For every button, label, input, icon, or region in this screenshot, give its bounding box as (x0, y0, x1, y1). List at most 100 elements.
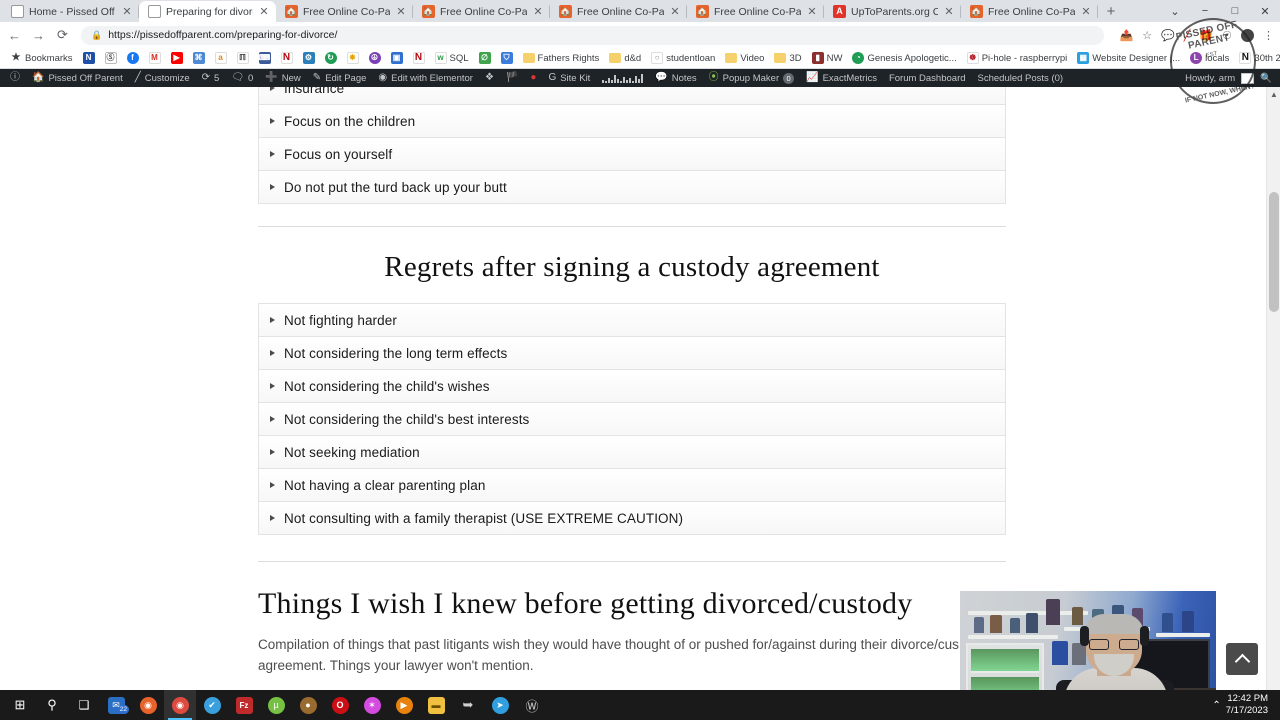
accordion-item-clear-parenting-plan[interactable]: Not having a clear parenting plan (259, 469, 1005, 502)
browser-tab[interactable]: 🏠 Free Online Co-Parenting ✕ (961, 1, 1098, 22)
browser-tab[interactable]: 🏠 Free Online Co-Parenting ✕ (276, 1, 413, 22)
bookmark-item[interactable]: N (408, 50, 430, 67)
wp-updates[interactable]: ⟳ 5 (196, 69, 226, 87)
bookmark-item-fathers-rights[interactable]: Fathers Rights (518, 50, 605, 67)
wp-exactmetrics[interactable]: 📈 ExactMetrics (800, 69, 883, 87)
taskbar-wordpress[interactable]: Ⓦ (516, 690, 548, 720)
bookmarks-root[interactable]: ★ Bookmarks (5, 50, 78, 67)
search-button[interactable]: ⚲ (36, 690, 68, 720)
extension2-icon[interactable]: 🎁 (1199, 29, 1213, 42)
menu-icon[interactable]: ⋮ (1263, 29, 1274, 42)
reload-icon[interactable]: ⟳ (54, 27, 71, 43)
taskbar-steam[interactable]: ✔ (196, 690, 228, 720)
bookmark-item-notion[interactable]: N 30th 2017/24 - For (1234, 50, 1280, 67)
bookmark-star-icon[interactable]: ☆ (1142, 29, 1152, 42)
accordion-item-turd[interactable]: Do not put the turd back up your butt (259, 171, 1005, 204)
accordion-item-not-fighting-harder[interactable]: Not fighting harder (259, 304, 1005, 337)
tab-close-icon[interactable]: ✕ (943, 5, 955, 18)
accordion-item-family-therapist[interactable]: Not consulting with a family therapist (… (259, 502, 1005, 535)
taskbar-filezilla[interactable]: Fz (228, 690, 260, 720)
tab-close-icon[interactable]: ✕ (806, 5, 818, 18)
wp-plugin[interactable]: 🏴 (500, 69, 524, 87)
taskbar-app[interactable]: ● (292, 690, 324, 720)
taskbar-mail[interactable]: ✉ 22 (100, 690, 132, 720)
bookmark-item[interactable]: ⌨ (254, 50, 276, 67)
bookmark-item[interactable]: f (122, 50, 144, 67)
bookmark-item[interactable]: ▶ (166, 50, 188, 67)
accordion-item-childs-best-interests[interactable]: Not considering the child's best interes… (259, 403, 1005, 436)
taskbar-globe[interactable]: ➥ (452, 690, 484, 720)
taskbar-utorrent[interactable]: µ (260, 690, 292, 720)
wp-site-kit[interactable]: G Site Kit (542, 69, 596, 87)
bookmark-item[interactable]: ✸ (342, 50, 364, 67)
bookmark-item[interactable]: ℿ (232, 50, 254, 67)
scroll-up-arrow-icon[interactable]: ▲ (1267, 87, 1280, 101)
bookmark-item[interactable]: Ⓢ (100, 50, 122, 67)
taskbar-file-explorer[interactable]: ▬ (420, 690, 452, 720)
browser-tab[interactable]: A UpToParents.org Certificat ✕ (824, 1, 961, 22)
wp-customize[interactable]: ╱ Customize (129, 69, 196, 87)
maximize-button[interactable]: □ (1220, 5, 1250, 17)
accordion-item-long-term-effects[interactable]: Not considering the long term effects (259, 337, 1005, 370)
bookmark-item-nw[interactable]: ▮ NW (807, 50, 848, 67)
wp-new[interactable]: ➕ New (259, 69, 306, 87)
tab-close-icon[interactable]: ✕ (258, 5, 270, 18)
bookmark-item[interactable]: N (78, 50, 100, 67)
bookmark-item[interactable]: ⚙ (298, 50, 320, 67)
bookmark-item-3d[interactable]: 3D (769, 50, 806, 67)
extension-icon[interactable]: 💬 (1161, 29, 1175, 42)
taskbar-firefox[interactable]: ◉ (132, 690, 164, 720)
bookmark-item[interactable]: N (276, 50, 298, 67)
bookmark-item[interactable]: ↻ (320, 50, 342, 67)
wp-popup-maker[interactable]: ⦿ Popup Maker 0 (703, 69, 801, 87)
bookmark-item[interactable]: ⌘ (188, 50, 210, 67)
bookmark-item[interactable]: w SQL (430, 50, 474, 67)
search-icon[interactable]: 🔍 (1260, 73, 1272, 84)
wp-forum-dashboard[interactable]: Forum Dashboard (883, 69, 972, 87)
wp-record[interactable]: ● (524, 69, 542, 87)
tab-close-icon[interactable]: ✕ (395, 5, 407, 18)
wp-comments[interactable]: 🗨 0 (225, 69, 259, 87)
start-button[interactable]: ⊞ (4, 690, 36, 720)
wp-edit-page[interactable]: ✎ Edit Page (307, 69, 373, 87)
tab-close-icon[interactable]: ✕ (1080, 5, 1092, 18)
wp-scheduled-posts[interactable]: Scheduled Posts (0) (972, 69, 1070, 87)
tab-search-icon[interactable]: ⌄ (1160, 5, 1190, 18)
taskbar-vlc[interactable]: ▶ (388, 690, 420, 720)
bookmark-item-dnd[interactable]: d&d (604, 50, 646, 67)
wp-diamond[interactable]: ❖ (479, 69, 500, 87)
accordion-item-insurance[interactable]: Insurance (259, 87, 1005, 105)
back-icon[interactable]: ← (6, 28, 23, 43)
bookmark-item[interactable]: a (210, 50, 232, 67)
tab-close-icon[interactable]: ✕ (669, 5, 681, 18)
close-window-button[interactable]: ✕ (1250, 5, 1280, 18)
browser-tab[interactable]: Ⓢ Home - Pissed Off Parent ✕ (2, 1, 139, 22)
show-hidden-icons[interactable]: ⌃ (1207, 700, 1225, 711)
profile-avatar-icon[interactable] (1241, 28, 1254, 42)
scrollbar-thumb[interactable] (1269, 192, 1279, 312)
task-view-button[interactable]: ❑ (68, 690, 100, 720)
bookmark-item-genesis[interactable]: ◔ Genesis Apologetic... (847, 50, 961, 67)
wp-site-name[interactable]: 🏠 Pissed Off Parent (26, 69, 129, 87)
wp-notes[interactable]: 💬 Notes (649, 69, 702, 87)
taskbar-figma[interactable]: ✶ (356, 690, 388, 720)
browser-tab-active[interactable]: Ⓢ Preparing for divorce - Piss ✕ (139, 1, 276, 22)
forward-icon[interactable]: → (30, 28, 47, 43)
bookmark-item-locals[interactable]: L locals (1185, 50, 1234, 67)
tab-close-icon[interactable]: ✕ (532, 5, 544, 18)
browser-tab[interactable]: 🏠 Free Online Co-Parenting ✕ (550, 1, 687, 22)
browser-tab[interactable]: 🏠 Free Online Co-Parenting ✕ (687, 1, 824, 22)
bookmark-item-video[interactable]: Video (720, 50, 769, 67)
scroll-to-top-button[interactable] (1226, 643, 1258, 675)
window-icon[interactable] (1241, 72, 1255, 84)
pen-icon[interactable]: ╱ (1184, 29, 1191, 42)
extension3-icon[interactable]: ☉ (1222, 29, 1232, 42)
bookmark-item[interactable]: ☮ (364, 50, 386, 67)
address-bar[interactable]: 🔒 https://pissedoffparent.com/preparing-… (81, 25, 1104, 45)
page-scrollbar[interactable]: ▲ ▼ (1266, 87, 1280, 699)
wp-howdy[interactable]: Howdy, arm (1185, 73, 1235, 84)
wp-logo-icon[interactable]: ⓘ (4, 69, 26, 87)
taskbar-telegram[interactable]: ➤ (484, 690, 516, 720)
browser-tab[interactable]: 🏠 Free Online Co-Parenting ✕ (413, 1, 550, 22)
bookmark-item-website-designer[interactable]: ▦ Website Designer |... (1072, 50, 1185, 67)
